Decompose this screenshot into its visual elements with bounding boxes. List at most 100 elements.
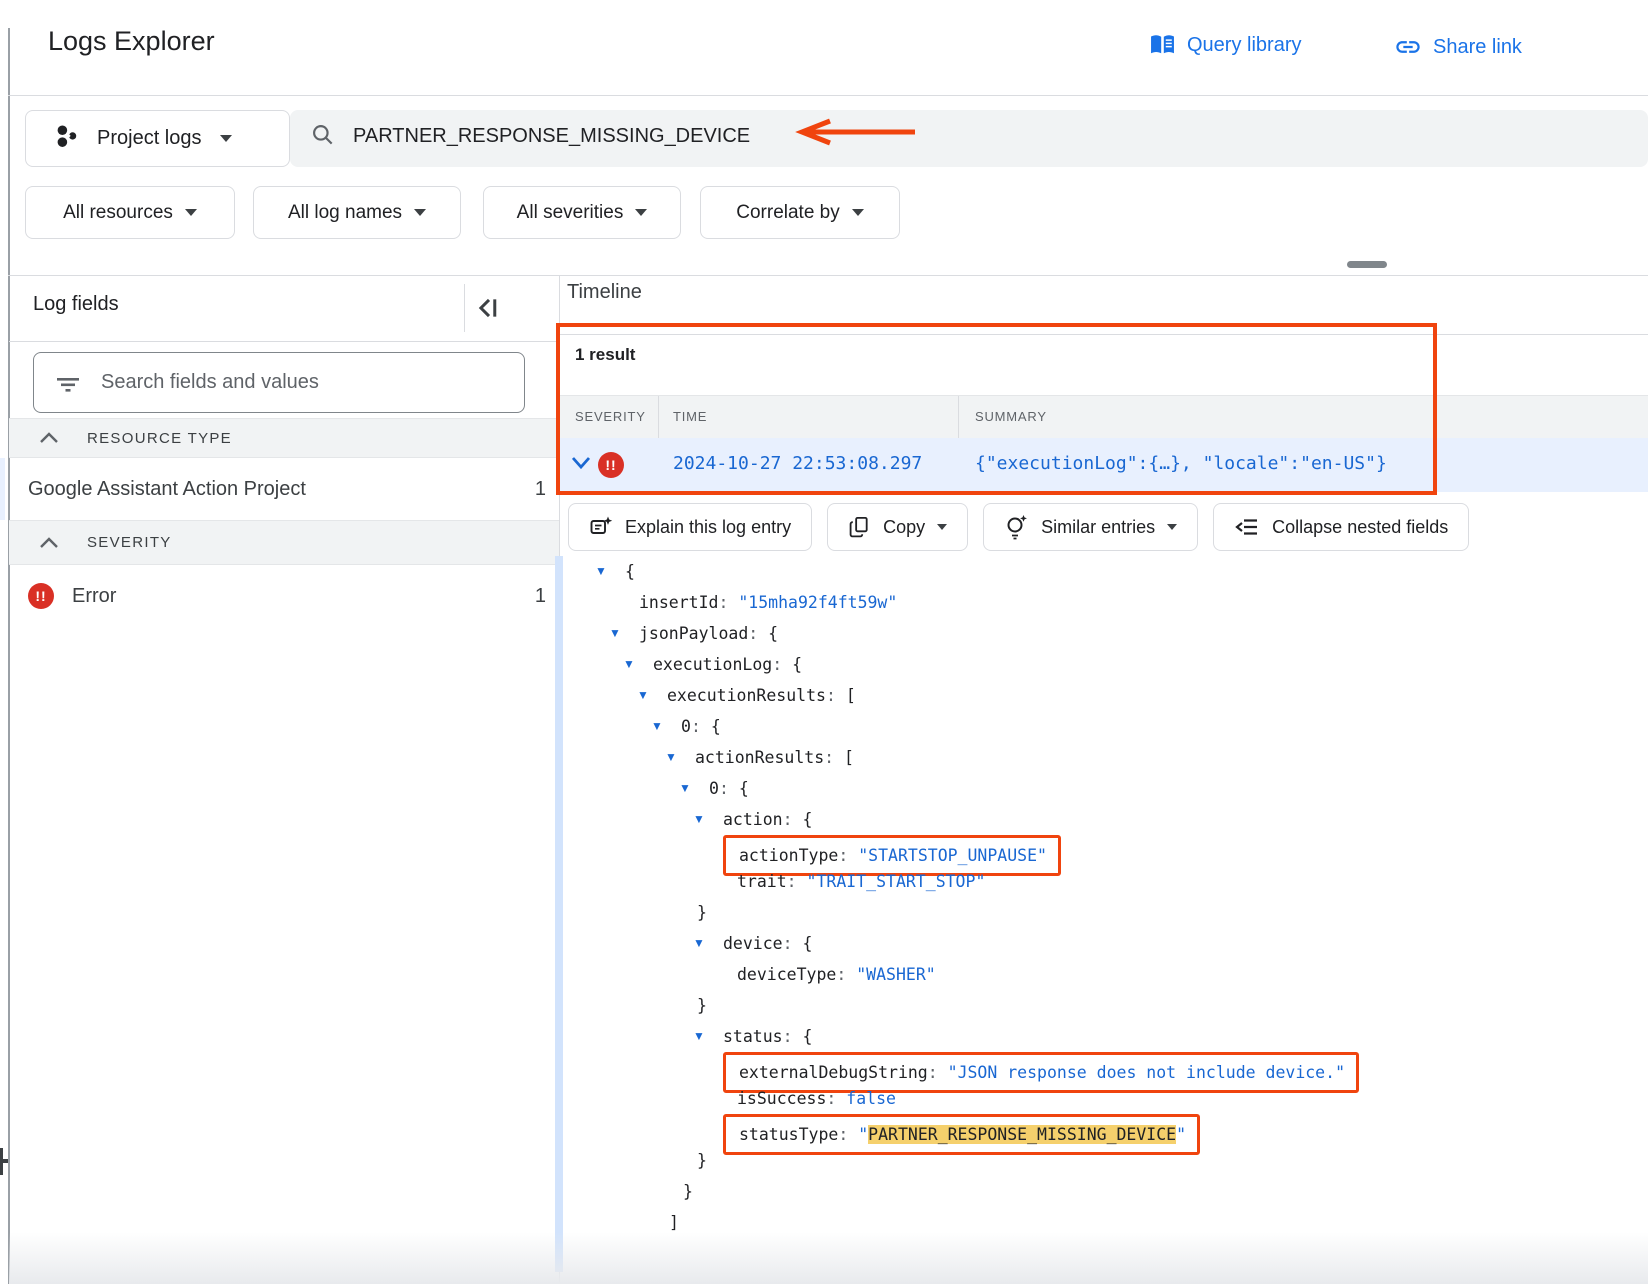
filter-label: Correlate by — [736, 202, 840, 224]
json-close-bracket: ] — [669, 1213, 679, 1232]
field-item-label: Google Assistant Action Project — [28, 478, 306, 501]
expander-triangle-icon[interactable]: ▼ — [609, 618, 621, 649]
json-open-bracket: { — [711, 717, 721, 736]
expander-triangle-icon[interactable]: ▼ — [679, 773, 691, 804]
chevron-down-icon — [852, 209, 864, 216]
json-row: statusType: "PARTNER_RESPONSE_MISSING_DE… — [0, 1114, 1648, 1145]
json-row-content: isSuccess: false — [737, 1083, 896, 1114]
json-key: jsonPayload — [639, 624, 748, 643]
toolbar-button-label: Explain this log entry — [625, 517, 791, 538]
explain-this-log-entry-button[interactable]: Explain this log entry — [568, 503, 812, 551]
chevron-down-icon — [937, 524, 947, 530]
colon: : — [783, 934, 803, 953]
json-row: ▼executionLog: { — [0, 649, 1648, 680]
log-entry-summary: {"executionLog":{…}, "locale":"en-US"} — [975, 453, 1387, 474]
json-row-content: deviceType: "WASHER" — [737, 959, 936, 990]
json-row-content: ] — [669, 1207, 679, 1238]
chevron-down-icon — [414, 209, 426, 216]
expander-triangle-icon[interactable]: ▼ — [665, 742, 677, 773]
expander-triangle-icon[interactable]: ▼ — [693, 1021, 705, 1052]
json-row-content: { — [625, 556, 635, 587]
json-value: WASHER — [866, 965, 926, 984]
log-entry-time: 2024-10-27 22:53:08.297 — [673, 453, 922, 474]
quote: " — [858, 1125, 868, 1144]
expander-triangle-icon[interactable]: ▼ — [595, 556, 607, 587]
json-close-bracket: } — [683, 1182, 693, 1201]
json-open-bracket: { — [792, 655, 802, 674]
field-item-google-assistant-action-project[interactable]: Google Assistant Action Project1 — [9, 458, 559, 520]
column-header-severity: SEVERITY — [575, 409, 646, 424]
section-title: SEVERITY — [87, 534, 172, 551]
fields-search-input[interactable]: Search fields and values — [33, 352, 525, 413]
quote: " — [856, 965, 866, 984]
colon: : — [783, 1027, 803, 1046]
json-row-content: } — [697, 1145, 707, 1176]
panel-drag-handle[interactable] — [1347, 261, 1387, 268]
json-key: device — [723, 934, 783, 953]
header-divider — [8, 95, 1648, 96]
filter-all-severities[interactable]: All severities — [483, 186, 681, 239]
similar-entries-button[interactable]: Similar entries — [983, 503, 1198, 551]
json-value: STARTSTOP_UNPAUSE — [868, 846, 1037, 865]
explain-log-icon — [589, 515, 613, 539]
toolbar-button-label: Similar entries — [1041, 517, 1155, 538]
share-link-link[interactable]: Share link — [1394, 33, 1522, 61]
json-key: insertId — [639, 593, 718, 612]
log-scope-button[interactable]: Project logs — [25, 110, 290, 167]
json-key: executionLog — [653, 655, 772, 674]
json-row-content: executionResults: [ — [667, 680, 856, 711]
section-header-resource-type[interactable]: RESOURCE TYPE — [9, 418, 559, 458]
project-logs-icon — [55, 124, 80, 154]
expander-triangle-icon[interactable]: ▼ — [651, 711, 663, 742]
json-key: isSuccess — [737, 1089, 826, 1108]
colon: : — [787, 872, 807, 891]
chevron-up-icon — [9, 537, 59, 549]
json-open-bracket: { — [768, 624, 778, 643]
json-row: externalDebugString: "JSON response does… — [0, 1052, 1648, 1083]
json-row: isSuccess: false — [0, 1083, 1648, 1114]
expander-triangle-icon[interactable]: ▼ — [637, 680, 649, 711]
json-value: PARTNER_RESPONSE_MISSING_DEVICE — [868, 1125, 1176, 1144]
fields-search-placeholder: Search fields and values — [101, 371, 319, 394]
chevron-down-icon — [1167, 524, 1177, 530]
row-hover-strip — [0, 458, 5, 520]
filter-all-log-names[interactable]: All log names — [253, 186, 461, 239]
log-fields-divider — [9, 341, 559, 342]
json-row-content: 0: { — [681, 711, 721, 742]
json-open-bracket: { — [625, 562, 635, 581]
query-library-icon — [1149, 33, 1176, 57]
chevron-down-icon — [220, 135, 232, 142]
filter-all-resources[interactable]: All resources — [25, 186, 235, 239]
query-library-link[interactable]: Query library — [1149, 33, 1301, 57]
json-row: } — [0, 990, 1648, 1021]
quote: " — [887, 593, 897, 612]
chevron-down-icon[interactable] — [569, 455, 593, 476]
json-open-bracket: { — [802, 934, 812, 953]
json-row-content: } — [697, 897, 707, 928]
log-entry-row[interactable]: !! 2024-10-27 22:53:08.297 {"executionLo… — [559, 438, 1648, 492]
json-key: 0 — [681, 717, 691, 736]
expander-triangle-icon[interactable]: ▼ — [693, 928, 705, 959]
query-search-value[interactable]: PARTNER_RESPONSE_MISSING_DEVICE — [353, 125, 750, 148]
collapse-nested-fields-button[interactable]: Collapse nested fields — [1213, 503, 1469, 551]
expander-triangle-icon[interactable]: ▼ — [623, 649, 635, 680]
quote: " — [926, 965, 936, 984]
colon: : — [826, 1089, 846, 1108]
json-row: ▼actionResults: [ — [0, 742, 1648, 773]
json-key: executionResults — [667, 686, 826, 705]
copy-icon — [848, 515, 871, 539]
column-divider — [658, 396, 659, 439]
colon: : — [826, 686, 846, 705]
json-row-content: } — [697, 990, 707, 1021]
filter-correlate-by[interactable]: Correlate by — [700, 186, 900, 239]
colon: : — [718, 593, 738, 612]
copy-button[interactable]: Copy — [827, 503, 968, 551]
expander-triangle-icon[interactable]: ▼ — [693, 804, 705, 835]
collapse-panel-icon[interactable] — [474, 294, 504, 327]
json-key: action — [723, 810, 783, 829]
colon: : — [824, 748, 844, 767]
share-link-icon — [1394, 33, 1422, 61]
log-fields-header-divider — [464, 284, 465, 332]
quote: " — [738, 593, 748, 612]
json-row: trait: "TRAIT_START_STOP" — [0, 866, 1648, 897]
